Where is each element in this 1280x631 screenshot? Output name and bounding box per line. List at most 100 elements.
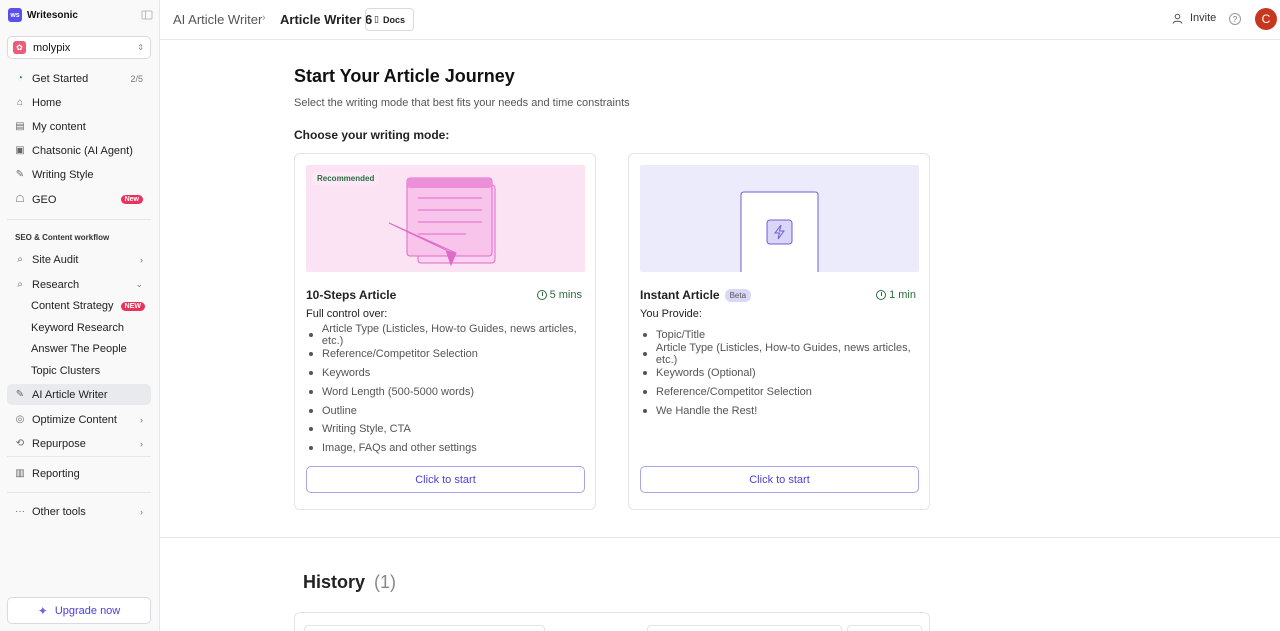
workspace-name: molypix <box>33 41 71 54</box>
mode-card-10-steps[interactable]: Recommended 10-Steps Article 5 mins Full… <box>294 153 596 510</box>
sidebar-item-get-started[interactable]: ◔ Get Started 2/5 <box>7 68 151 89</box>
divider <box>7 219 151 220</box>
list-item: Image, FAQs and other settings <box>306 439 595 458</box>
sidebar-item-label: Reporting <box>32 467 80 480</box>
topbar: AI Article Writer › Article Writer 6 ▯ D… <box>160 0 1280 40</box>
feature-list: Topic/Title Article Type (Listicles, How… <box>640 326 929 420</box>
sidebar-item-label: GEO <box>32 193 57 206</box>
page-subtitle: Select the writing mode that best fits y… <box>294 97 630 109</box>
sidebar-item-research[interactable]: ⌕ Research ⌄ <box>7 274 151 295</box>
hero-illustration: Recommended <box>306 165 585 272</box>
card-title-text: Instant Article <box>640 288 720 302</box>
sidebar-item-other-tools[interactable]: ··· Other tools › <box>7 501 151 522</box>
mode-card-instant[interactable]: Instant Article Beta 1 min You Provide: … <box>628 153 930 510</box>
sidebar-item-label: Home <box>32 96 62 109</box>
invite-button[interactable]: Invite <box>1172 12 1216 24</box>
chat-icon: ▣ <box>15 145 25 156</box>
sidebar-item-optimize-content[interactable]: ◎ Optimize Content › <box>7 409 151 430</box>
sidebar-item-label: Site Audit <box>32 253 79 266</box>
section-title: SEO & Content workflow <box>15 233 110 242</box>
list-item: Word Length (500-5000 words) <box>306 382 595 401</box>
workspace-avatar-icon: ✿ <box>13 41 26 54</box>
lightning-doc-illustration-icon <box>740 191 819 272</box>
sparkle-icon: ✦ <box>37 603 48 618</box>
docs-label: Docs <box>382 14 405 25</box>
beta-badge: Beta <box>724 288 752 302</box>
chevron-right-icon: › <box>140 414 143 425</box>
history-panel <box>294 612 930 631</box>
repeat-icon: ⟲ <box>15 438 25 449</box>
start-instant-button[interactable]: Click to start <box>640 466 919 493</box>
sidebar-item-label: Get Started <box>32 72 89 85</box>
sidebar-item-reporting[interactable]: ▥ Reporting <box>7 463 151 484</box>
list-item: Article Type (Listicles, How-to Guides, … <box>306 323 595 347</box>
sidebar-item-label: Research <box>32 278 80 291</box>
docs-button[interactable]: ▯ Docs <box>365 8 414 31</box>
workspace-select[interactable]: ✿ molypix ⇕ <box>7 36 151 59</box>
user-avatar[interactable]: C <box>1255 8 1277 30</box>
sidebar-item-writing-style[interactable]: ✎ Writing Style <box>7 164 151 185</box>
more-dots-icon: ··· <box>15 506 25 517</box>
divider <box>7 492 151 493</box>
list-item: Outline <box>306 401 595 420</box>
brand[interactable]: ws Writesonic <box>8 7 78 23</box>
breadcrumb-ai-article-writer[interactable]: AI Article Writer <box>173 12 262 27</box>
chevron-right-icon: › <box>262 12 266 24</box>
sidebar-item-repurpose[interactable]: ⟲ Repurpose › <box>7 433 151 454</box>
breadcrumb-current: Article Writer 6 <box>280 12 373 27</box>
card-list-label: You Provide: <box>640 308 702 320</box>
sidebar-item-ai-article-writer[interactable]: ✎ AI Article Writer <box>7 384 151 405</box>
sidebar-item-label: Repurpose <box>32 437 86 450</box>
list-item: Keywords (Optional) <box>640 364 929 383</box>
sidebar-subitem-label: Keyword Research <box>31 322 124 334</box>
writesonic-logo-icon: ws <box>8 8 22 22</box>
sidebar-subitem-answer-the-people[interactable]: Answer The People <box>31 340 151 358</box>
sidebar-item-home[interactable]: ⌂ Home <box>7 92 151 113</box>
user-icon <box>1172 13 1183 24</box>
sidebar-subitem-keyword-research[interactable]: Keyword Research <box>31 319 151 337</box>
get-started-progress: 2/5 <box>130 73 143 84</box>
history-filter[interactable] <box>647 625 842 631</box>
new-badge: New <box>120 195 143 204</box>
document-stack-illustration-icon <box>388 177 496 267</box>
history-sort[interactable] <box>847 625 922 631</box>
sidebar-item-site-audit[interactable]: ⌕ Site Audit › <box>7 249 151 270</box>
list-item: Writing Style, CTA <box>306 420 595 439</box>
sidebar-item-label: AI Article Writer <box>32 388 108 401</box>
chevron-right-icon: › <box>140 506 143 517</box>
help-icon[interactable]: ? <box>1229 13 1241 25</box>
invite-label: Invite <box>1190 12 1217 24</box>
divider <box>7 456 151 457</box>
search-icon: ⌕ <box>17 254 23 265</box>
sidebar-item-label: Writing Style <box>32 168 94 181</box>
brand-name: Writesonic <box>27 9 78 21</box>
collapse-sidebar-icon[interactable] <box>141 9 153 21</box>
history-search-input[interactable] <box>304 625 545 631</box>
sidebar-subitem-content-strategy[interactable]: Content Strategy NEW <box>31 297 151 315</box>
document-icon: ▯ <box>374 14 379 24</box>
sidebar-item-chatsonic[interactable]: ▣ Chatsonic (AI Agent) <box>7 140 151 161</box>
sidebar-subitem-topic-clusters[interactable]: Topic Clusters <box>31 362 151 380</box>
upgrade-button[interactable]: ✦ Upgrade now <box>7 597 151 624</box>
sidebar-item-my-content[interactable]: ▤ My content <box>7 116 151 137</box>
history-label: History <box>303 572 366 592</box>
sidebar-item-label: My content <box>32 120 86 133</box>
sidebar-item-geo[interactable]: ☖ GEO New <box>7 189 151 210</box>
list-item: Reference/Competitor Selection <box>640 382 929 401</box>
chevron-right-icon: › <box>140 438 143 449</box>
start-10-steps-button[interactable]: Click to start <box>306 466 585 493</box>
sidebar-subitem-label: Topic Clusters <box>31 365 101 377</box>
sidebar-subitem-label: Content Strategy <box>31 300 114 312</box>
time-estimate: 1 min <box>876 289 916 301</box>
search-icon: ⌕ <box>17 279 23 290</box>
progress-ring-icon: ◔ <box>16 73 24 84</box>
robot-icon: ☖ <box>15 194 25 205</box>
list-item: Reference/Competitor Selection <box>306 345 595 364</box>
card-list-label: Full control over: <box>306 308 388 320</box>
sidebar-item-label: Optimize Content <box>32 413 117 426</box>
upgrade-label: Upgrade now <box>54 604 121 617</box>
clock-icon <box>876 290 887 300</box>
home-icon: ⌂ <box>16 97 24 108</box>
pen-icon: ✎ <box>15 389 25 400</box>
target-icon: ◎ <box>15 414 25 425</box>
